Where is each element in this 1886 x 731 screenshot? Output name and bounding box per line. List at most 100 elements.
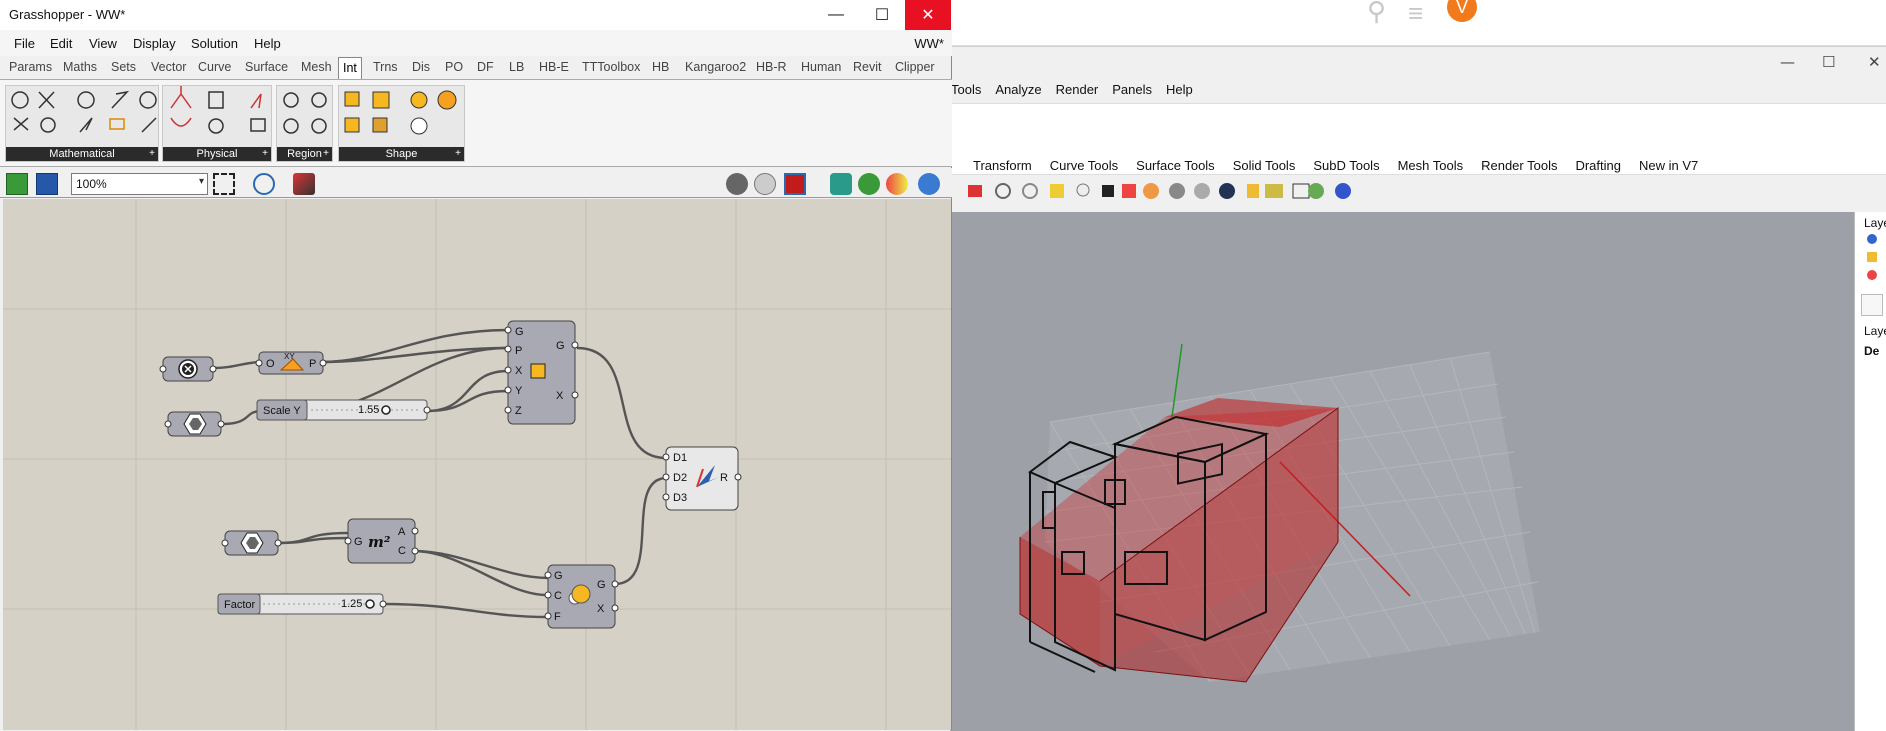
menu-icon[interactable]: ≡ bbox=[1408, 0, 1423, 29]
tab-hb[interactable]: HB bbox=[652, 60, 669, 74]
tab-mesh-tools[interactable]: Mesh Tools bbox=[1398, 158, 1464, 173]
merge-component[interactable]: D1 D2 D3 R bbox=[662, 446, 742, 511]
material-icon[interactable] bbox=[886, 173, 908, 195]
tab-transform[interactable]: Transform bbox=[973, 158, 1032, 173]
tab-human[interactable]: Human bbox=[801, 60, 841, 74]
tab-new-in-v7[interactable]: New in V7 bbox=[1639, 158, 1698, 173]
tab-maths[interactable]: Maths bbox=[63, 60, 97, 74]
tab-surface[interactable]: Surface bbox=[245, 60, 288, 74]
tab-subd-tools[interactable]: SubD Tools bbox=[1313, 158, 1379, 173]
close-button[interactable]: ✕ bbox=[905, 0, 951, 30]
shaded-icon[interactable] bbox=[784, 173, 806, 195]
geometry-param-2[interactable] bbox=[221, 530, 282, 556]
zoom-select[interactable]: 100% ▾ bbox=[71, 173, 208, 195]
lock-icon[interactable] bbox=[1102, 185, 1114, 197]
zoom-extents-icon[interactable] bbox=[213, 173, 235, 195]
tab-solid-tools[interactable]: Solid Tools bbox=[1233, 158, 1296, 173]
globe-icon[interactable] bbox=[1308, 183, 1324, 199]
menu-render[interactable]: Render bbox=[1056, 82, 1099, 97]
sphere-icon[interactable] bbox=[918, 173, 940, 195]
tab-surface-tools[interactable]: Surface Tools bbox=[1136, 158, 1215, 173]
tab-lb[interactable]: LB bbox=[509, 60, 524, 74]
close-button[interactable]: ✕ bbox=[1868, 53, 1881, 71]
shade-icon[interactable] bbox=[1169, 183, 1185, 199]
area-component[interactable]: G A C m² bbox=[344, 518, 419, 564]
ghost-icon[interactable] bbox=[1194, 183, 1210, 199]
factor-slider[interactable]: Factor 1.25 bbox=[217, 593, 387, 615]
layer-icon-3[interactable] bbox=[1867, 270, 1877, 280]
open-icon[interactable] bbox=[6, 173, 28, 195]
tab-vector[interactable]: Vector bbox=[151, 60, 186, 74]
display-mode-icon[interactable] bbox=[726, 173, 748, 195]
maximize-button[interactable]: ☐ bbox=[859, 0, 905, 30]
scale-component[interactable]: G C F G X bbox=[544, 564, 619, 629]
scale-nu-component[interactable]: G P X Y Z G X bbox=[504, 320, 579, 425]
bake-icon[interactable] bbox=[858, 173, 880, 195]
menu-file[interactable]: File bbox=[14, 36, 35, 51]
tab-render-tools[interactable]: Render Tools bbox=[1481, 158, 1557, 173]
curve-icon[interactable] bbox=[995, 183, 1011, 199]
select-icon[interactable] bbox=[1247, 184, 1259, 198]
tab-hb-e[interactable]: HB-E bbox=[539, 60, 569, 74]
menu-view[interactable]: View bbox=[89, 36, 117, 51]
sketch-icon[interactable] bbox=[293, 173, 315, 195]
snap-icon[interactable] bbox=[1292, 183, 1310, 199]
tab-kangaroo2[interactable]: Kangaroo2 bbox=[685, 60, 746, 74]
layer-icon[interactable] bbox=[1122, 184, 1136, 198]
layer-icon-1[interactable] bbox=[1867, 234, 1877, 244]
render-icon[interactable] bbox=[1219, 183, 1235, 199]
geometry-param[interactable] bbox=[164, 411, 225, 437]
menu-analyze[interactable]: Analyze bbox=[995, 82, 1041, 97]
minimize-button[interactable]: — bbox=[1780, 53, 1795, 71]
menu-solution[interactable]: Solution bbox=[191, 36, 238, 51]
scale-y-slider[interactable]: Scale Y 1.55 bbox=[256, 399, 431, 421]
tab-curve[interactable]: Curve bbox=[198, 60, 231, 74]
menu-help[interactable]: Help bbox=[254, 36, 281, 51]
preview-eye-icon[interactable] bbox=[253, 173, 275, 195]
expand-icon[interactable]: + bbox=[323, 147, 329, 161]
dim-icon[interactable] bbox=[1022, 183, 1038, 199]
mathematical-tools[interactable] bbox=[6, 86, 160, 148]
xy-plane-component[interactable]: O P XY bbox=[255, 351, 327, 375]
canvas[interactable]: O P XY Scale Y 1.55 G P X Y Z G X D1 D2 … bbox=[3, 199, 951, 730]
tab-df[interactable]: DF bbox=[477, 60, 494, 74]
maximize-button[interactable]: ☐ bbox=[1822, 53, 1835, 71]
layer-icon-2[interactable] bbox=[1867, 252, 1877, 262]
expand-icon[interactable]: + bbox=[262, 147, 268, 161]
expand-icon[interactable]: + bbox=[455, 147, 461, 161]
tab-drafting[interactable]: Drafting bbox=[1575, 158, 1621, 173]
grid-icon[interactable] bbox=[1050, 184, 1064, 198]
physical-tools[interactable] bbox=[163, 86, 273, 148]
car-icon[interactable] bbox=[968, 185, 982, 197]
tab-revit[interactable]: Revit bbox=[853, 60, 881, 74]
wireframe-icon[interactable] bbox=[754, 173, 776, 195]
help-icon[interactable] bbox=[1335, 183, 1351, 199]
menu-panels[interactable]: Panels bbox=[1112, 82, 1152, 97]
expand-icon[interactable]: + bbox=[149, 147, 155, 161]
cloud-icon[interactable] bbox=[830, 173, 852, 195]
menu-help[interactable]: Help bbox=[1166, 82, 1193, 97]
region-tools[interactable] bbox=[277, 86, 334, 148]
save-icon[interactable] bbox=[36, 173, 58, 195]
gear-icon[interactable] bbox=[1265, 184, 1283, 198]
point-param[interactable] bbox=[159, 356, 217, 382]
color-wheel-icon[interactable] bbox=[1143, 183, 1159, 199]
tab-int[interactable]: Int bbox=[338, 57, 362, 79]
tab-sets[interactable]: Sets bbox=[111, 60, 136, 74]
menu-tools[interactable]: Tools bbox=[951, 82, 981, 97]
tab-clipper[interactable]: Clipper bbox=[895, 60, 935, 74]
tab-params[interactable]: Params bbox=[9, 60, 52, 74]
tab-mesh[interactable]: Mesh bbox=[301, 60, 332, 74]
rhino-tool-icons[interactable] bbox=[950, 177, 1886, 207]
new-layer-icon[interactable] bbox=[1861, 294, 1883, 316]
layer-default[interactable]: De bbox=[1864, 344, 1879, 358]
shape-tools[interactable] bbox=[339, 86, 466, 148]
tab-curve-tools[interactable]: Curve Tools bbox=[1050, 158, 1118, 173]
minimize-button[interactable]: — bbox=[813, 0, 859, 30]
tab-dis[interactable]: Dis bbox=[412, 60, 430, 74]
menu-display[interactable]: Display bbox=[133, 36, 176, 51]
avatar[interactable]: V bbox=[1447, 0, 1477, 22]
tab-trns[interactable]: Trns bbox=[373, 60, 398, 74]
search-icon[interactable]: ⚲ bbox=[1367, 0, 1386, 27]
tab-hb-r[interactable]: HB-R bbox=[756, 60, 787, 74]
